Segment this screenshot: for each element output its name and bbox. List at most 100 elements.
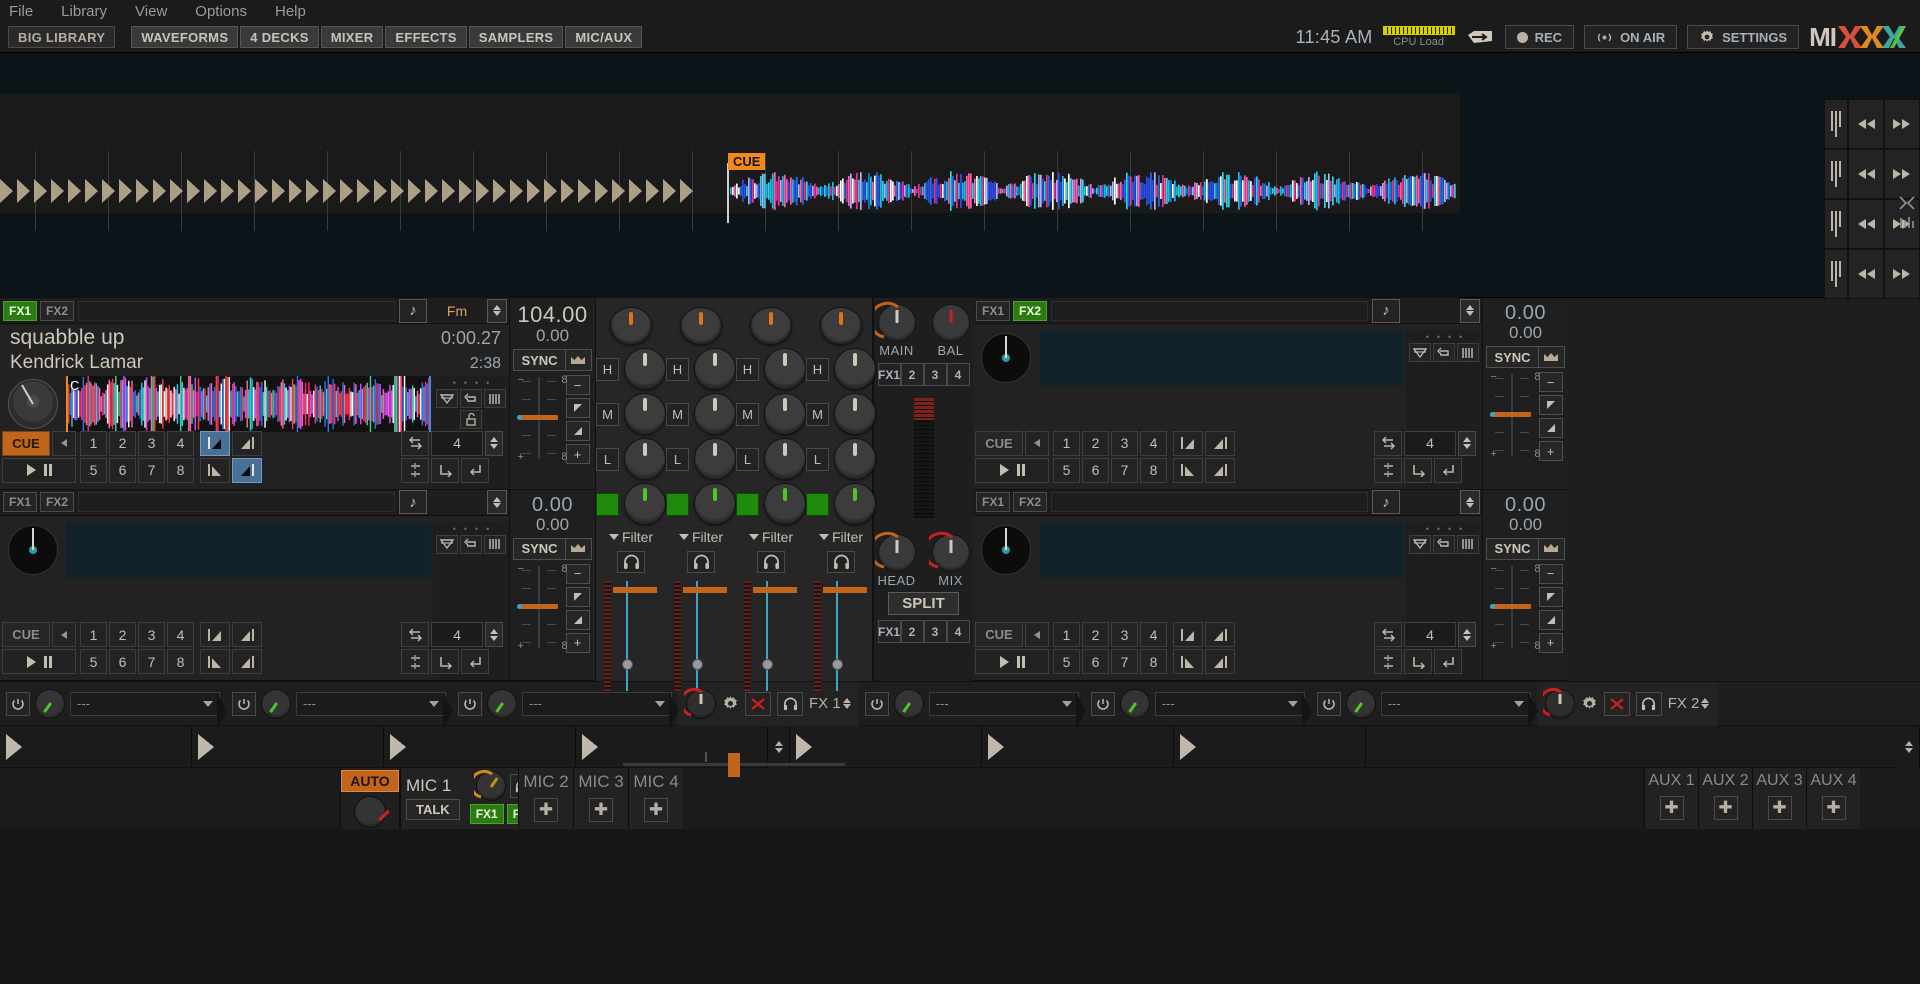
mic-3-add-button[interactable]: ✚ <box>589 798 613 822</box>
deck-4-key-lock-icon[interactable]: ♪ <box>1372 490 1400 514</box>
headphone-gain-knob[interactable] <box>874 531 916 572</box>
deck-4-rate-down-button[interactable]: − <box>1538 563 1563 584</box>
channel-3-low-kill[interactable]: L <box>736 447 759 471</box>
channel-3-filter-label[interactable]: Filter <box>748 529 793 545</box>
deck-4-beatgrid-icon[interactable] <box>1457 534 1479 554</box>
deck-4-repeat-icon[interactable] <box>1433 534 1455 554</box>
midi-controller-icon[interactable] <box>1465 28 1495 46</box>
deck-1-outro-end-button[interactable] <box>232 457 262 483</box>
deck-2-key-stepper[interactable] <box>1460 298 1480 323</box>
deck-2-repeat-icon[interactable] <box>1433 343 1455 362</box>
deck-4-rate-temp-down-button[interactable] <box>1538 586 1563 607</box>
deck-4-intro-end-button[interactable] <box>1205 622 1235 647</box>
deck-2-rate-temp-down-button[interactable] <box>1538 395 1563 415</box>
deck-1-outro-start-button[interactable] <box>200 457 230 483</box>
channel-1-filter-enable[interactable] <box>596 492 619 516</box>
channel-2-high-knob[interactable] <box>694 348 736 391</box>
fx-unit-1-settings-icon[interactable] <box>722 695 739 712</box>
fx2-slot-1-power-button[interactable] <box>864 691 889 716</box>
deck-2-reverse-button[interactable] <box>1025 430 1049 456</box>
deck-1-cue-button[interactable]: CUE <box>2 430 50 456</box>
mic-2-add-button[interactable]: ✚ <box>534 798 558 822</box>
deck-3-quantize-icon[interactable] <box>436 534 458 554</box>
deck-2-rate-temp-up-button[interactable] <box>1538 418 1563 438</box>
deck-1-hotcue-4[interactable]: 4 <box>167 430 194 456</box>
aux-1-add-button[interactable]: ✚ <box>1659 796 1684 820</box>
deck-1-turntable[interactable] <box>0 376 66 432</box>
mic-ducking-strength-knob[interactable] <box>354 795 390 828</box>
deck-2-turntable[interactable] <box>973 330 1039 386</box>
channel-2-filter-enable[interactable] <box>666 492 689 516</box>
fx2-slot-2-effect-select[interactable]: --- <box>1154 691 1305 716</box>
headphone-mix-knob[interactable] <box>928 531 970 572</box>
fx1-slot-1-effect-select[interactable]: --- <box>70 691 220 716</box>
deck-4-outro-end-button[interactable] <box>1205 649 1235 674</box>
on-air-button[interactable]: ON AIR <box>1584 25 1678 49</box>
deck-1-rate-temp-up-button[interactable] <box>565 421 590 441</box>
deck-1-rate-temp-down-button[interactable] <box>565 398 590 418</box>
fx-unit-2-pfl-button[interactable] <box>1635 691 1662 716</box>
headphone-fx-assign-2[interactable]: 2 <box>900 620 924 643</box>
balance-knob[interactable] <box>931 304 970 342</box>
channel-2-high-kill[interactable]: H <box>666 357 689 381</box>
channel-1-filter-knob[interactable] <box>624 483 666 526</box>
deck-1-loop-size[interactable]: 4 <box>431 430 483 456</box>
fx1-slot-2-meta-knob[interactable] <box>261 688 291 719</box>
beatjump-back-1[interactable] <box>1848 99 1884 149</box>
mic-4-add-button[interactable]: ✚ <box>644 798 668 822</box>
deck-4-hotcue-3[interactable]: 3 <box>1111 622 1138 647</box>
deck-2-beatloop-toggle[interactable] <box>1374 430 1402 456</box>
deck-3-hotcue-1[interactable]: 1 <box>80 622 107 647</box>
fx1-slot-1-power-button[interactable] <box>6 691 30 716</box>
deck-3-repeat-icon[interactable] <box>460 534 482 554</box>
deck-2-sync-button[interactable]: SYNC <box>1486 346 1539 368</box>
deck-1-fx2-toggle[interactable]: FX2 <box>40 300 74 321</box>
deck-4-quantize-icon[interactable] <box>1409 534 1431 554</box>
deck-3-reverse-button[interactable] <box>52 622 76 647</box>
deck-3-loop-size[interactable]: 4 <box>431 622 483 647</box>
fx-unit-2-stepper[interactable] <box>1701 698 1710 709</box>
deck-4-reloop-button[interactable] <box>1374 649 1402 674</box>
deck-3-loop-in-button[interactable] <box>431 649 459 674</box>
channel-4-headphone-cue-button[interactable] <box>827 551 855 574</box>
deck-2-intro-end-button[interactable] <box>1205 430 1235 456</box>
big-library-button[interactable]: BIG LIBRARY <box>8 26 116 48</box>
deck-2-outro-start-button[interactable] <box>1173 457 1203 483</box>
deck-1-hotcue-2[interactable]: 2 <box>109 430 136 456</box>
channel-4-mid-kill[interactable]: M <box>806 402 829 426</box>
deck-1-platter-icon[interactable] <box>8 379 58 429</box>
cue-marker[interactable]: CUE <box>728 153 766 170</box>
main-gain-knob[interactable] <box>874 301 916 342</box>
deck-2-play-pause-button[interactable] <box>975 457 1049 483</box>
channel-1-low-knob[interactable] <box>624 438 666 481</box>
channel-3-gain-knob[interactable] <box>750 307 792 346</box>
deck-1-bpm-display[interactable]: 104.00 <box>517 302 587 328</box>
deck-4-fx1-toggle[interactable]: FX1 <box>976 492 1010 512</box>
deck-2-hotcue-2[interactable]: 2 <box>1082 430 1109 456</box>
fx2-extra-expand-icon[interactable] <box>1180 734 1196 760</box>
menu-item-file[interactable]: File <box>6 3 36 20</box>
channel-1-volume-fader[interactable] <box>604 581 658 692</box>
deck-4-hotcue-6[interactable]: 6 <box>1082 649 1109 674</box>
deck-4-track-overview[interactable] <box>1039 521 1404 578</box>
channel-2-mid-knob[interactable] <box>694 393 736 436</box>
deck-1-loop-in-button[interactable] <box>431 457 459 483</box>
deck-2-hotcue-6[interactable]: 6 <box>1082 457 1109 483</box>
deck-3-hotcue-5[interactable]: 5 <box>80 649 107 674</box>
deck-4-loop-out-button[interactable] <box>1434 649 1462 674</box>
deck-1-rate-up-button[interactable]: + <box>565 444 590 464</box>
deck-4-hotcue-8[interactable]: 8 <box>1140 649 1167 674</box>
fx1-slot-2-power-button[interactable] <box>232 691 256 716</box>
deck-1-reverse-button[interactable] <box>52 430 76 456</box>
deck-4-rate-slider[interactable]: − 8 + 8 <box>1489 563 1541 652</box>
fx2-slot-1-meta-knob[interactable] <box>893 688 924 719</box>
deck-1-beatloop-toggle[interactable] <box>401 430 429 456</box>
fx2-slot-1-effect-select[interactable]: --- <box>928 691 1079 716</box>
deck-1-loop-size-stepper[interactable] <box>485 430 503 456</box>
deck-2-platter-icon[interactable] <box>981 333 1031 383</box>
fx2-slot-3-meta-knob[interactable] <box>1345 688 1376 719</box>
channel-4-low-kill[interactable]: L <box>806 447 829 471</box>
deck-1-intro-end-button[interactable] <box>232 430 262 456</box>
main-fx-assign-4[interactable]: 4 <box>946 363 970 386</box>
deck-1-quantize-icon[interactable] <box>436 389 458 408</box>
